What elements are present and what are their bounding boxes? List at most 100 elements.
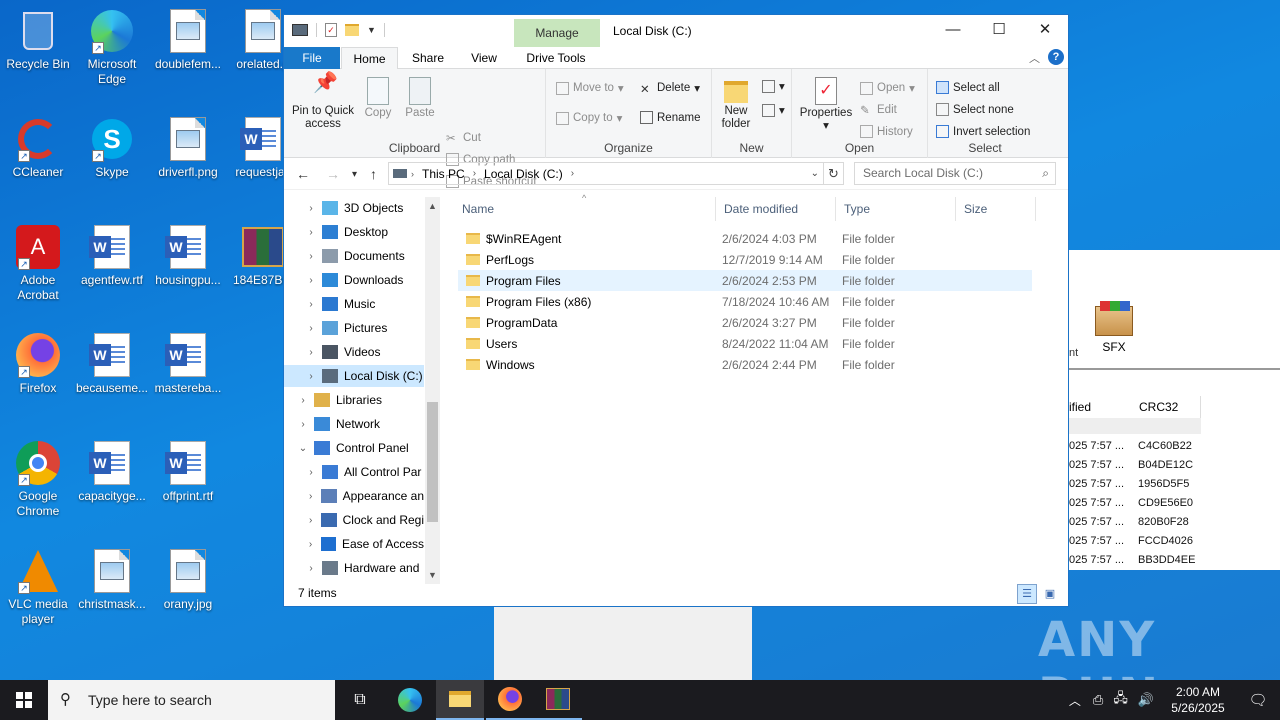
scroll-up-icon[interactable]: ▲ [425, 201, 440, 211]
move-to-button[interactable]: Move to ▾ [556, 81, 624, 95]
desktop-icon[interactable]: ↗ Microsoft Edge [74, 8, 150, 87]
properties-button[interactable]: ✓ Properties ▾ [798, 77, 854, 133]
recent-locations-button[interactable]: ▾ [352, 169, 357, 180]
file-row[interactable]: ProgramData 2/6/2024 3:27 PM File folder [458, 312, 1032, 333]
chevron-right-icon[interactable]: › [304, 563, 318, 574]
desktop-icon[interactable]: A ↗ Adobe Acrobat [0, 224, 76, 303]
delete-button[interactable]: ✕ Delete ▾ [640, 81, 700, 96]
nav-item[interactable]: › Music [284, 293, 424, 315]
nav-item[interactable]: › Hardware and [284, 557, 424, 579]
address-dropdown-icon[interactable]: ⌄ [811, 168, 819, 179]
chevron-right-icon[interactable]: › [304, 347, 318, 358]
properties-qat-icon[interactable]: ✓ [325, 23, 337, 37]
taskbar-firefox[interactable] [486, 680, 534, 720]
chevron-right-icon[interactable]: › [304, 467, 318, 478]
large-icons-view-icon[interactable]: ▣ [1040, 584, 1060, 604]
column-name[interactable]: Name [454, 197, 716, 221]
tab-file[interactable]: File [284, 47, 340, 69]
forward-button[interactable]: → [326, 166, 340, 182]
open-button[interactable]: Open ▾ [860, 81, 915, 95]
nav-item[interactable]: › Documents [284, 245, 424, 267]
collapse-ribbon-icon[interactable]: ︿ [1029, 50, 1040, 66]
chevron-right-icon[interactable]: › [304, 539, 317, 550]
pin-to-quick-access-button[interactable]: 📌 Pin to Quick access [290, 73, 356, 131]
file-row[interactable]: PerfLogs 12/7/2019 9:14 AM File folder [458, 249, 1032, 270]
chevron-right-icon[interactable]: › [304, 227, 318, 238]
desktop-icon[interactable]: Wbecauseme... [74, 332, 150, 396]
desktop-icon[interactable]: ↗ Firefox [0, 332, 76, 396]
scroll-thumb[interactable] [427, 402, 438, 522]
customize-qat-icon[interactable]: ▼ [367, 25, 376, 35]
tab-share[interactable]: Share [402, 47, 454, 69]
desktop-icon[interactable]: Woffprint.rtf [150, 440, 226, 504]
nav-item[interactable]: › All Control Par [284, 461, 424, 483]
help-icon[interactable]: ? [1048, 49, 1064, 65]
start-button[interactable] [0, 680, 48, 720]
maximize-button[interactable]: ☐ [976, 15, 1022, 45]
breadcrumb-local-disk[interactable]: Local Disk (C:) [484, 167, 563, 181]
new-folder-button[interactable]: New folder [716, 77, 756, 131]
desktop-icon[interactable]: S ↗ Skype [74, 116, 150, 180]
nav-pane-scrollbar[interactable]: ▲ ▼ [425, 197, 440, 584]
chevron-right-icon[interactable]: › [304, 251, 318, 262]
select-none-button[interactable]: Select none [936, 103, 1014, 116]
easy-access-button[interactable]: ▾ [762, 103, 785, 117]
taskbar-winrar[interactable] [534, 680, 582, 720]
file-row[interactable]: Users 8/24/2022 11:04 AM File folder [458, 333, 1032, 354]
nav-item[interactable]: › Libraries [284, 389, 424, 411]
file-row[interactable]: $WinREAgent 2/6/2024 4:03 PM File folder [458, 228, 1032, 249]
edit-button[interactable]: ✎ Edit [860, 103, 897, 118]
nav-item[interactable]: › Videos [284, 341, 424, 363]
chevron-right-icon[interactable]: › [296, 395, 310, 406]
nav-item[interactable]: › Desktop [284, 221, 424, 243]
address-bar[interactable]: › This PC › Local Disk (C:) › ⌄ [388, 162, 824, 185]
chevron-right-icon[interactable]: › [296, 419, 310, 430]
nav-item[interactable]: › Clock and Regi [284, 509, 424, 531]
nav-item[interactable]: › Pictures [284, 317, 424, 339]
tab-drive-tools[interactable]: Drive Tools [516, 47, 596, 69]
tab-manage[interactable]: Manage [514, 19, 600, 47]
taskbar-file-explorer[interactable] [436, 680, 484, 720]
column-size[interactable]: Size [956, 197, 1036, 221]
desktop-icon[interactable]: Wagentfew.rtf [74, 224, 150, 288]
paste-button[interactable]: Paste [402, 77, 438, 120]
refresh-button[interactable]: ↻ [824, 162, 844, 185]
rename-button[interactable]: Rename [640, 111, 700, 124]
up-button[interactable]: ↑ [370, 166, 377, 182]
invert-selection-button[interactable]: Invert selection [936, 125, 1030, 138]
network-icon[interactable]: 🖧 [1113, 689, 1128, 711]
taskbar-edge[interactable] [386, 680, 434, 720]
column-date-modified[interactable]: Date modified [716, 197, 836, 221]
breadcrumb-this-pc[interactable]: This PC [422, 167, 465, 181]
tab-home[interactable]: Home [341, 47, 398, 70]
clock[interactable]: 2:00 AM 5/26/2025 [1160, 684, 1236, 716]
taskbar-search-box[interactable]: ⚲ Type here to search [48, 680, 335, 720]
desktop-icon[interactable]: ↗ CCleaner [0, 116, 76, 180]
column-crc32[interactable]: CRC32 [1133, 396, 1201, 418]
file-row[interactable]: Program Files 2/6/2024 2:53 PM File folder [458, 270, 1032, 291]
sfx-button[interactable]: SFX [1093, 301, 1135, 354]
back-button[interactable]: ← [296, 166, 310, 182]
chevron-right-icon[interactable]: › [304, 275, 318, 286]
file-row[interactable]: Windows 2/6/2024 2:44 PM File folder [458, 354, 1032, 375]
chevron-right-icon[interactable]: › [304, 371, 318, 382]
chevron-right-icon[interactable]: › [304, 491, 317, 502]
chevron-right-icon[interactable]: › [304, 323, 318, 334]
file-row[interactable]: Program Files (x86) 7/18/2024 10:46 AM Fil… [458, 291, 1032, 312]
chevron-right-icon[interactable]: › [304, 203, 318, 214]
nav-item[interactable]: › Appearance an [284, 485, 424, 507]
nav-item[interactable]: › Downloads [284, 269, 424, 291]
volume-icon[interactable]: 🔊 [1138, 692, 1154, 708]
tab-view[interactable]: View [458, 47, 510, 69]
copy-to-button[interactable]: Copy to ▾ [556, 111, 622, 125]
details-view-icon[interactable]: ☰ [1017, 584, 1037, 604]
column-type[interactable]: Type [836, 197, 956, 221]
desktop-icon[interactable]: ↗ Google Chrome [0, 440, 76, 519]
nav-item[interactable]: › Network [284, 413, 424, 435]
desktop-icon[interactable]: doublefem... [150, 8, 226, 72]
notifications-icon[interactable]: 🗨 [1236, 691, 1280, 709]
chevron-right-icon[interactable]: › [304, 299, 318, 310]
nav-item[interactable]: ⌄ Control Panel [284, 437, 424, 459]
scroll-down-icon[interactable]: ▼ [425, 570, 440, 580]
nav-item[interactable]: › 3D Objects [284, 197, 424, 219]
